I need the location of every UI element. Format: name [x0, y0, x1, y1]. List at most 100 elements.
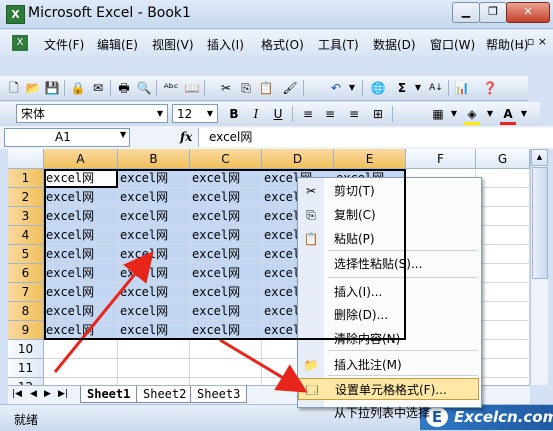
column-header-e[interactable]: E — [334, 149, 406, 169]
context-menu-item[interactable]: 从下拉列表中选择 — [298, 402, 479, 424]
save-icon[interactable]: 💾 — [44, 80, 60, 96]
cell-g1[interactable] — [476, 169, 530, 188]
cell-a12[interactable] — [44, 378, 118, 385]
bold-icon[interactable]: B — [226, 106, 242, 122]
copy-icon[interactable]: ⎘ — [238, 80, 254, 96]
row-header-10[interactable]: 10 — [8, 340, 44, 359]
cell-g4[interactable] — [476, 226, 530, 245]
chevron-down-icon[interactable]: ▼ — [203, 105, 217, 122]
cell-g12[interactable] — [476, 378, 530, 385]
permission-icon[interactable]: 🔒 — [70, 80, 86, 96]
align-right-icon[interactable]: ≡ — [346, 106, 362, 122]
sheet-tab-2[interactable]: Sheet2 — [136, 386, 194, 403]
borders-dropdown-icon[interactable]: ▼ — [446, 106, 462, 122]
column-header-b[interactable]: B — [118, 149, 190, 169]
cell-g10[interactable] — [476, 340, 530, 359]
name-box[interactable]: A1 — [4, 128, 130, 147]
row-header-1[interactable]: 1 — [8, 169, 44, 188]
paste-icon[interactable]: 📋 — [258, 80, 274, 96]
italic-icon[interactable]: I — [248, 106, 264, 122]
restore-button[interactable]: ❐ — [479, 2, 507, 23]
research-icon[interactable]: 📖 — [184, 80, 200, 96]
menu-tools[interactable]: 工具(T) — [318, 36, 359, 53]
font-size-select[interactable]: 12 ▼ — [172, 104, 218, 123]
cell-g3[interactable] — [476, 207, 530, 226]
chevron-down-icon[interactable]: ▼ — [153, 105, 167, 122]
cell-g5[interactable] — [476, 245, 530, 264]
cell-g6[interactable] — [476, 264, 530, 283]
font-name-select[interactable]: 宋体 ▼ — [16, 104, 168, 123]
cell-g8[interactable] — [476, 302, 530, 321]
mdi-window-buttons[interactable]: _ ▫ × — [518, 35, 547, 48]
undo-icon[interactable]: ↶ — [328, 80, 344, 96]
format-painter-icon[interactable]: 🖌 — [282, 80, 298, 96]
scroll-up-icon[interactable]: ▲ — [531, 149, 548, 166]
autosum-icon[interactable]: Σ — [394, 80, 410, 96]
cell-b10[interactable] — [118, 340, 190, 359]
context-menu-item[interactable]: 📁 插入批注(M) — [298, 354, 479, 376]
menu-format[interactable]: 格式(O) — [261, 36, 304, 53]
open-icon[interactable]: 📂 — [25, 80, 41, 96]
column-header-f[interactable]: F — [406, 149, 476, 169]
insert-function-icon[interactable]: fx — [180, 130, 192, 144]
name-box-dropdown-icon[interactable]: ▼ — [120, 130, 126, 139]
cell-g7[interactable] — [476, 283, 530, 302]
sort-ascending-icon[interactable]: A↓ — [428, 80, 444, 96]
sheet-tab-3[interactable]: Sheet3 — [190, 386, 248, 403]
help-icon[interactable]: ❓ — [482, 80, 498, 96]
prev-sheet-icon[interactable]: ◀ — [30, 389, 37, 399]
sheet-tab-1[interactable]: Sheet1 — [80, 386, 138, 403]
cell-a10[interactable] — [44, 340, 118, 359]
underline-icon[interactable]: U — [270, 106, 286, 122]
align-center-icon[interactable]: ≡ — [322, 106, 338, 122]
close-button[interactable]: ✕ — [506, 2, 550, 23]
vertical-scrollbar[interactable]: ▲ — [530, 149, 548, 385]
new-icon[interactable]: 🗋 — [6, 80, 22, 96]
menu-file[interactable]: 文件(F) — [44, 36, 84, 53]
row-header-7[interactable]: 7 — [8, 283, 44, 302]
hyperlink-icon[interactable]: 🌐 — [370, 80, 386, 96]
formula-input[interactable]: excel网 — [198, 128, 553, 147]
menu-view[interactable]: 视图(V) — [152, 36, 194, 53]
mail-icon[interactable]: ✉ — [90, 80, 106, 96]
excel-app-icon[interactable]: X — [6, 5, 25, 24]
cut-icon[interactable]: ✂ — [218, 80, 234, 96]
menu-data[interactable]: 数据(D) — [373, 36, 416, 53]
row-header-11[interactable]: 11 — [8, 359, 44, 378]
column-header-g[interactable]: G — [476, 149, 530, 169]
cell-b11[interactable] — [118, 359, 190, 378]
row-header-8[interactable]: 8 — [8, 302, 44, 321]
cell-g9[interactable] — [476, 321, 530, 340]
row-header-9[interactable]: 9 — [8, 321, 44, 340]
merge-center-icon[interactable]: ⊞ — [370, 106, 386, 122]
font-color-dropdown-icon[interactable]: ▼ — [516, 106, 532, 122]
menu-insert[interactable]: 插入(I) — [207, 36, 244, 53]
cell-c11[interactable] — [190, 359, 262, 378]
column-header-c[interactable]: C — [190, 149, 262, 169]
cell-g2[interactable] — [476, 188, 530, 207]
row-header-12[interactable]: 12 — [8, 378, 44, 385]
last-sheet-icon[interactable]: ▶| — [58, 389, 68, 399]
row-header-4[interactable]: 4 — [8, 226, 44, 245]
fill-color-icon[interactable]: ◈ — [464, 106, 480, 125]
scrollbar-thumb[interactable] — [532, 167, 548, 279]
autosum-dropdown-icon[interactable]: ▼ — [410, 80, 426, 96]
spelling-icon[interactable]: ᴬᵇᶜ — [163, 80, 179, 96]
column-header-a[interactable]: A — [44, 149, 118, 169]
print-preview-icon[interactable]: 🔍 — [136, 80, 152, 96]
document-icon[interactable]: X — [12, 35, 28, 51]
row-header-5[interactable]: 5 — [8, 245, 44, 264]
next-sheet-icon[interactable]: ▶ — [44, 389, 51, 399]
minimize-button[interactable]: ▁ — [452, 2, 480, 23]
cell-b12[interactable] — [118, 378, 190, 385]
cell-a11[interactable] — [44, 359, 118, 378]
borders-icon[interactable]: ▦ — [430, 106, 446, 122]
row-header-3[interactable]: 3 — [8, 207, 44, 226]
cell-c10[interactable] — [190, 340, 262, 359]
chart-wizard-icon[interactable]: 📊 — [454, 80, 470, 96]
first-sheet-icon[interactable]: |◀ — [12, 389, 22, 399]
select-all-corner[interactable] — [8, 149, 44, 169]
column-header-d[interactable]: D — [262, 149, 334, 169]
row-header-2[interactable]: 2 — [8, 188, 44, 207]
fill-color-dropdown-icon[interactable]: ▼ — [482, 106, 498, 122]
